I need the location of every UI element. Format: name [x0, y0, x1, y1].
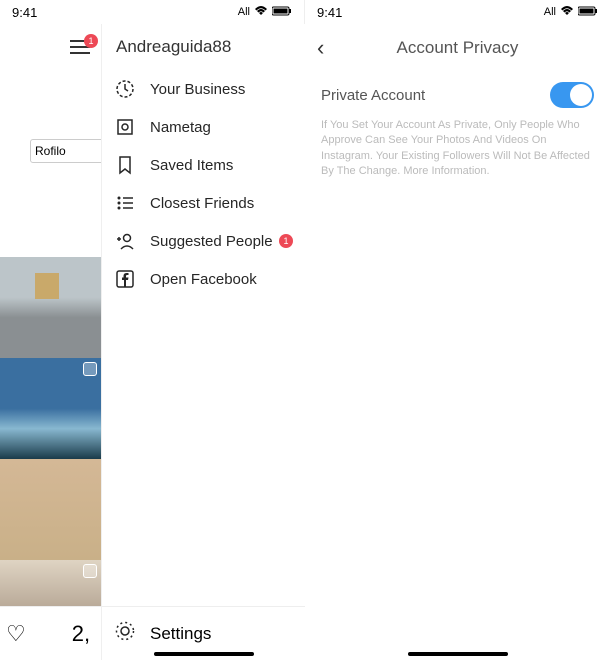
private-account-row: Private Account	[305, 72, 610, 118]
menu-badge: 1	[84, 34, 98, 48]
settings-label: Settings	[150, 624, 211, 644]
drawer-item-suggested-people[interactable]: Suggested People 1	[102, 222, 305, 260]
toggle-knob	[570, 84, 592, 106]
side-drawer: Andreaguida88 Your Business Nametag Save…	[101, 24, 305, 660]
grid-photo[interactable]	[0, 257, 101, 358]
drawer-username: Andreaguida88	[102, 24, 305, 70]
battery-icon	[272, 6, 292, 19]
grid-photo[interactable]	[0, 358, 101, 459]
carrier-label: All	[544, 6, 556, 18]
private-account-label: Private Account	[321, 87, 425, 104]
drawer-item-your-business[interactable]: Your Business	[102, 70, 305, 108]
status-indicators: All	[238, 6, 292, 19]
private-account-toggle[interactable]	[550, 82, 594, 108]
page-title: Account Privacy	[305, 38, 610, 58]
right-phone-screen: 9:41 All ‹ Account Privacy Private Accou…	[305, 0, 610, 660]
status-indicators: All	[544, 6, 598, 19]
list-icon	[114, 192, 136, 214]
nametag-icon	[114, 116, 136, 138]
drawer-item-label: Saved Items	[150, 157, 233, 174]
bookmark-icon	[114, 154, 136, 176]
home-indicator	[408, 652, 508, 656]
status-bar: 9:41 All	[0, 0, 304, 24]
battery-icon	[578, 6, 598, 19]
multi-post-icon	[83, 362, 97, 376]
private-account-description: If You Set Your Account As Private, Only…	[305, 118, 610, 180]
heart-icon[interactable]: ♡	[6, 621, 26, 647]
carrier-label: All	[238, 6, 250, 18]
drawer-item-label: Your Business	[150, 81, 245, 98]
drawer-item-saved[interactable]: Saved Items	[102, 146, 305, 184]
add-person-icon	[114, 230, 136, 252]
drawer-item-label: Nametag	[150, 119, 211, 136]
drawer-item-label: Closest Friends	[150, 195, 254, 212]
page-header: ‹ Account Privacy	[305, 24, 610, 72]
photo-grid	[0, 257, 101, 645]
status-time: 9:41	[317, 5, 342, 20]
wifi-icon	[254, 6, 268, 19]
status-bar: 9:41 All	[305, 0, 610, 24]
menu-button[interactable]: 1	[70, 40, 90, 54]
clock-icon	[114, 78, 136, 100]
bottom-count: 2,	[72, 621, 90, 647]
drawer-item-open-facebook[interactable]: Open Facebook	[102, 260, 305, 298]
gear-icon	[114, 620, 136, 647]
left-phone-screen: 9:41 All 1 240 Follow	[0, 0, 305, 660]
suggested-badge: 1	[279, 234, 293, 248]
facebook-icon	[114, 268, 136, 290]
multi-post-icon	[83, 564, 97, 578]
wifi-icon	[560, 6, 574, 19]
drawer-item-label: Suggested People	[150, 233, 273, 250]
drawer-item-label: Open Facebook	[150, 271, 257, 288]
drawer-item-nametag[interactable]: Nametag	[102, 108, 305, 146]
grid-photo[interactable]	[0, 459, 101, 560]
status-time: 9:41	[12, 5, 37, 20]
home-indicator	[154, 652, 254, 656]
drawer-item-close-friends[interactable]: Closest Friends	[102, 184, 305, 222]
